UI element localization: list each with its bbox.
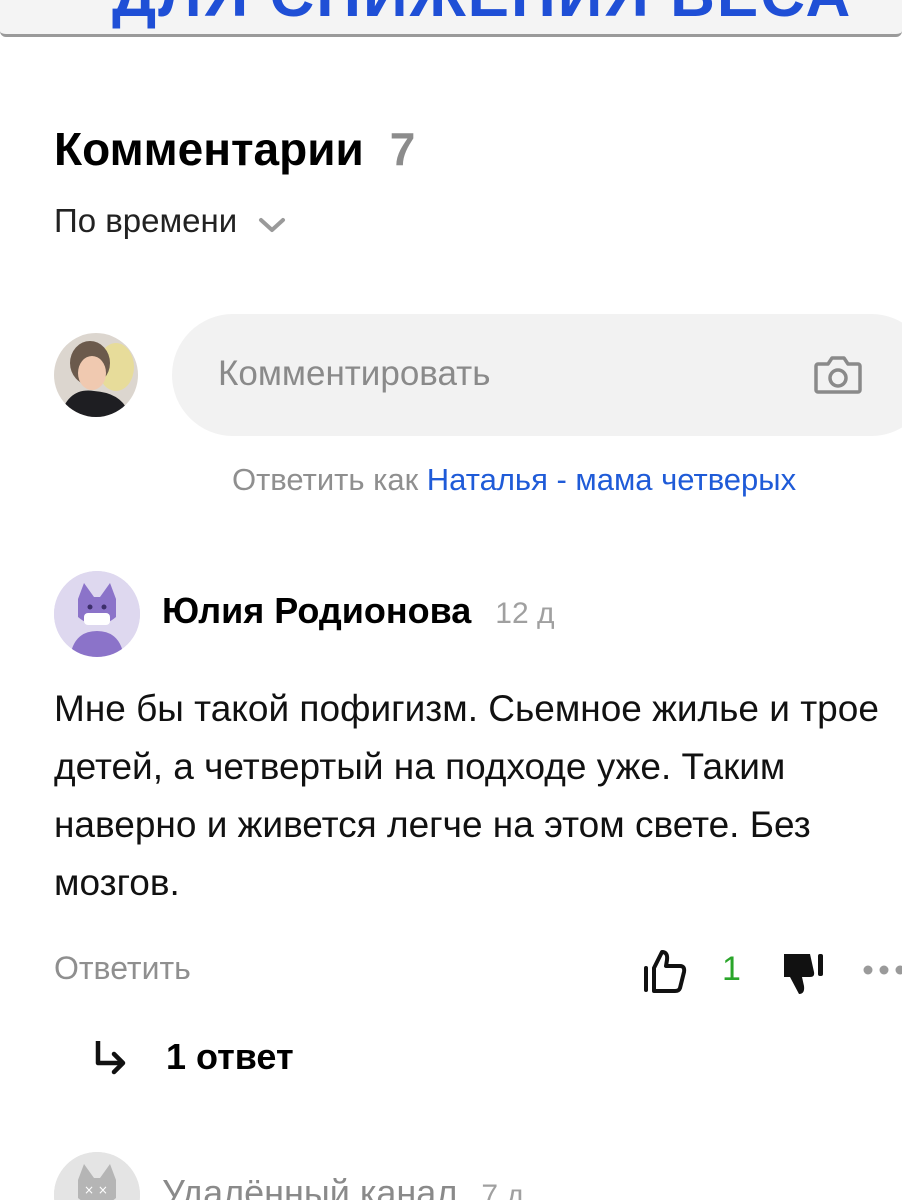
sort-label: По времени (54, 202, 238, 239)
article-banner: ДЛЯ СНИЖЕНИЯ ВЕСА (0, 0, 902, 37)
current-user-avatar[interactable] (54, 333, 138, 417)
comment-author-row: Юлия Родионова 12 д (162, 590, 554, 632)
author-avatar[interactable] (54, 571, 140, 657)
reply-button[interactable]: Ответить (54, 950, 191, 987)
comment-input[interactable]: Комментировать (172, 314, 902, 436)
thumbs-up-icon[interactable] (642, 948, 688, 994)
comments-page: ДЛЯ СНИЖЕНИЯ ВЕСА Комментарии 7 По време… (0, 0, 902, 1200)
comments-title: Комментарии (54, 123, 364, 175)
sort-dropdown[interactable]: По времени (54, 202, 287, 240)
deleted-channel-avatar-icon: × × (54, 1152, 140, 1200)
svg-text:× ×: × × (84, 1183, 108, 1197)
thumbs-down-icon[interactable] (780, 950, 826, 996)
replies-count-label: 1 ответ (166, 1036, 294, 1077)
reply-arrow-icon (95, 1041, 126, 1075)
next-author-name: Удалённый канал (162, 1172, 458, 1200)
author-name[interactable]: Юлия Родионова (162, 590, 471, 632)
fox-avatar-icon (54, 571, 140, 657)
next-comment-author-row: Удалённый канал 7 д (162, 1172, 524, 1200)
comment-text: Мне бы такой пофигизм. Сьемное жилье и т… (54, 688, 879, 903)
comment-input-placeholder: Комментировать (218, 354, 491, 393)
banner-text: ДЛЯ СНИЖЕНИЯ ВЕСА (112, 0, 852, 31)
more-options-icon[interactable] (860, 962, 902, 978)
like-count: 1 (722, 950, 741, 988)
comment-age: 12 д (495, 597, 555, 630)
user-photo-icon (54, 333, 138, 417)
comments-header: Комментарии 7 (54, 122, 415, 176)
reply-as-prefix: Ответить как (232, 462, 419, 497)
reply-as-name-link[interactable]: Наталья - мама четверых (427, 462, 796, 497)
next-author-avatar[interactable]: × × (54, 1152, 140, 1200)
comments-count: 7 (389, 123, 416, 175)
camera-icon[interactable] (812, 348, 864, 400)
show-replies-button[interactable]: 1 ответ (92, 1036, 294, 1078)
chevron-down-icon (259, 218, 286, 232)
reply-as: Ответить как Наталья - мама четверых (232, 462, 796, 498)
next-comment-age: 7 д (481, 1179, 524, 1200)
